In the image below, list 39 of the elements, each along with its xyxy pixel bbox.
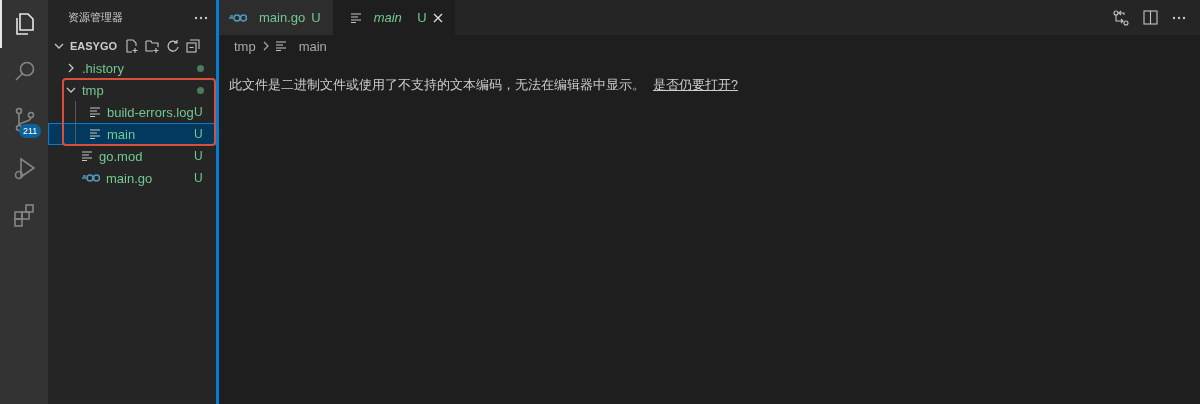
- git-status: U: [194, 171, 204, 185]
- breadcrumb-item[interactable]: main: [298, 38, 327, 54]
- compare-changes-icon[interactable]: [1113, 9, 1129, 26]
- binary-file-message: 此文件是二进制文件或使用了不支持的文本编码，无法在编辑器中显示。: [229, 77, 645, 94]
- chevron-down-icon[interactable]: [66, 85, 76, 95]
- text-file-icon: [90, 107, 101, 117]
- more-icon[interactable]: [1172, 15, 1186, 20]
- tree-item[interactable]: go.mod U: [48, 145, 216, 167]
- file-type-icon: [229, 12, 247, 23]
- open-anyway-link[interactable]: 是否仍要打开?: [653, 77, 738, 94]
- editor-tab[interactable]: main U: [332, 0, 455, 35]
- folder-title[interactable]: EASYGO: [70, 40, 118, 52]
- tree-item[interactable]: tmp: [48, 79, 216, 101]
- collapse-all-icon[interactable]: [186, 39, 201, 53]
- close-icon[interactable]: [432, 12, 443, 23]
- text-file-icon: [90, 129, 101, 139]
- git-status: U: [194, 149, 204, 163]
- editor-tab[interactable]: main.go U: [219, 0, 333, 35]
- tree-item[interactable]: .history: [48, 57, 216, 79]
- text-file-icon: [275, 41, 287, 51]
- more-icon[interactable]: [194, 15, 208, 20]
- new-folder-icon[interactable]: [145, 39, 161, 53]
- tree-item[interactable]: main U: [48, 123, 216, 145]
- tree-item[interactable]: build-errors.logU: [48, 101, 216, 123]
- count-badge: 211: [19, 124, 42, 138]
- refresh-icon[interactable]: [166, 39, 181, 53]
- text-file-icon: [82, 151, 93, 161]
- chevron-right-icon[interactable]: [66, 63, 76, 73]
- split-editor-icon[interactable]: [1143, 10, 1158, 25]
- git-status: U: [194, 105, 204, 119]
- new-file-icon[interactable]: [125, 39, 140, 53]
- file-type-icon: [82, 173, 100, 183]
- chevron-right-icon: [261, 41, 270, 51]
- git-status: U: [194, 127, 204, 141]
- text-file-icon: [350, 12, 362, 23]
- breadcrumb-item[interactable]: tmp: [234, 38, 256, 54]
- chevron-down-icon[interactable]: [54, 41, 64, 51]
- tree-item[interactable]: main.go U: [48, 167, 216, 189]
- panel-title: 资源管理器: [68, 10, 123, 25]
